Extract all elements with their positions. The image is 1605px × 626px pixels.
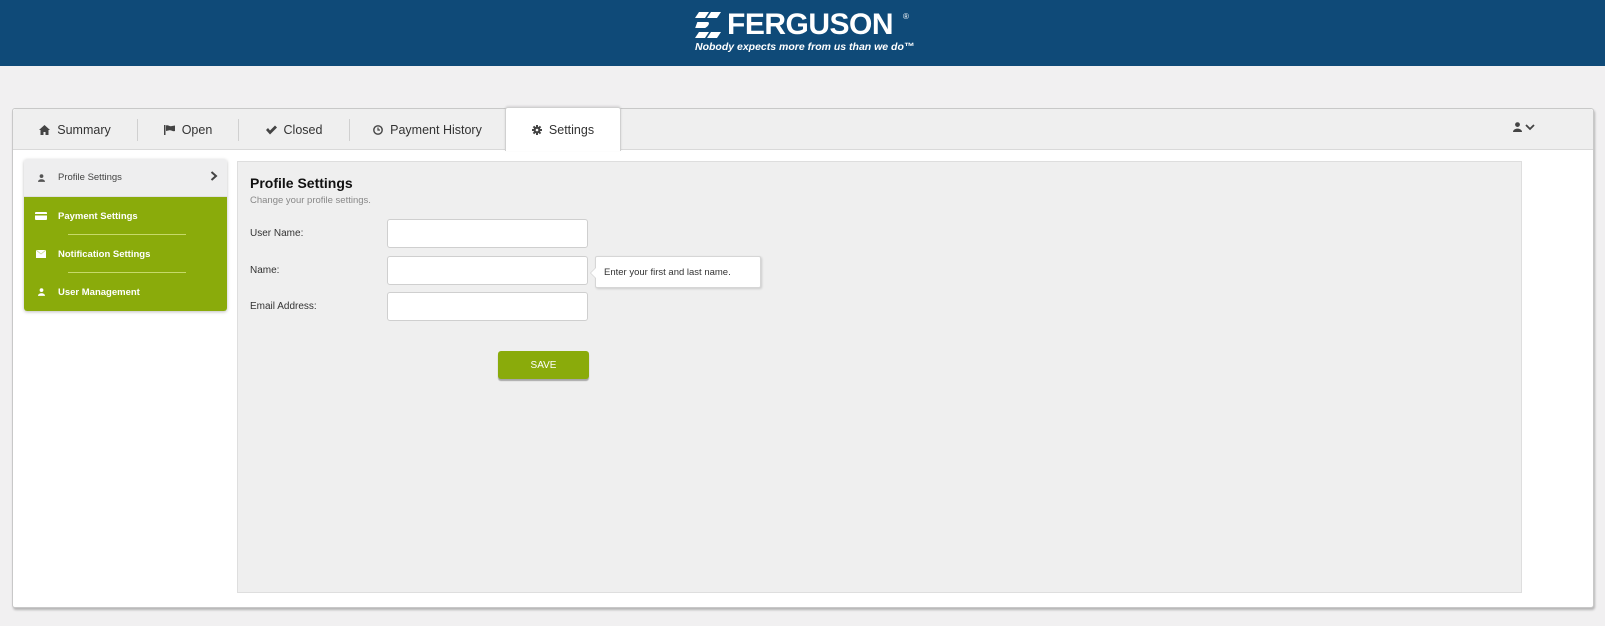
tab-label: Summary	[57, 122, 111, 137]
sidebar-item-notification-settings[interactable]: Notification Settings	[24, 235, 227, 273]
sidebar-item-label: User Management	[58, 286, 140, 298]
sidebar-item-payment-settings[interactable]: Payment Settings	[24, 197, 227, 235]
name-tooltip: Enter your first and last name.	[590, 256, 761, 288]
user-icon	[1513, 122, 1522, 132]
ferguson-logo-mark-icon	[695, 12, 721, 38]
registered-mark: ®	[903, 12, 909, 21]
site-header: FERGUSON ® Nobody expects more from us t…	[0, 0, 1605, 66]
tab-settings[interactable]: Settings	[505, 107, 621, 151]
sidebar-item-label: Profile Settings	[58, 172, 122, 183]
brand-tagline: Nobody expects more from us than we do™	[695, 41, 915, 53]
sidebar-item-profile-settings[interactable]: Profile Settings	[24, 159, 227, 197]
email-address-input[interactable]	[387, 292, 588, 321]
page-title: Profile Settings	[250, 175, 353, 191]
chevron-right-icon	[210, 171, 218, 181]
tab-label: Payment History	[390, 122, 482, 137]
page-subtitle: Change your profile settings.	[250, 195, 371, 206]
flag-icon	[163, 124, 175, 135]
gear-icon	[531, 124, 542, 135]
credit-card-icon	[35, 212, 47, 220]
chevron-down-icon	[1525, 123, 1535, 130]
check-icon	[265, 125, 277, 134]
email-address-label: Email Address:	[250, 301, 317, 312]
tab-label: Closed	[283, 122, 323, 137]
save-button[interactable]: SAVE	[498, 351, 589, 379]
ferguson-logo[interactable]: FERGUSON ® Nobody expects more from us t…	[695, 10, 915, 56]
user-menu-button[interactable]	[1513, 122, 1535, 132]
home-icon	[39, 124, 51, 135]
profile-settings-panel: Profile Settings Change your profile set…	[237, 161, 1522, 593]
name-input[interactable]	[387, 256, 588, 285]
envelope-icon	[36, 250, 46, 258]
tab-payment-history[interactable]: Payment History	[350, 109, 505, 150]
clock-icon	[373, 124, 384, 135]
user-icon	[37, 288, 45, 296]
user-icon	[37, 173, 45, 182]
sidebar-item-label: Notification Settings	[58, 248, 151, 260]
brand-name: FERGUSON	[727, 8, 894, 41]
user-name-input[interactable]	[387, 219, 588, 248]
tab-open[interactable]: Open	[138, 109, 238, 150]
settings-sidebar: Profile Settings Payment Settings Notifi…	[24, 159, 227, 311]
user-name-label: User Name:	[250, 228, 304, 239]
sidebar-item-label: Payment Settings	[58, 210, 138, 222]
tab-label: Open	[181, 122, 213, 137]
sidebar-item-user-management[interactable]: User Management	[24, 273, 227, 311]
tab-bar: Summary Open Closed Payment History Sett…	[13, 107, 1593, 151]
name-label: Name:	[250, 265, 280, 276]
tab-closed[interactable]: Closed	[239, 109, 349, 150]
tab-summary[interactable]: Summary	[13, 109, 137, 150]
tab-label: Settings	[548, 122, 595, 137]
account-card: Summary Open Closed Payment History Sett…	[12, 107, 1594, 608]
